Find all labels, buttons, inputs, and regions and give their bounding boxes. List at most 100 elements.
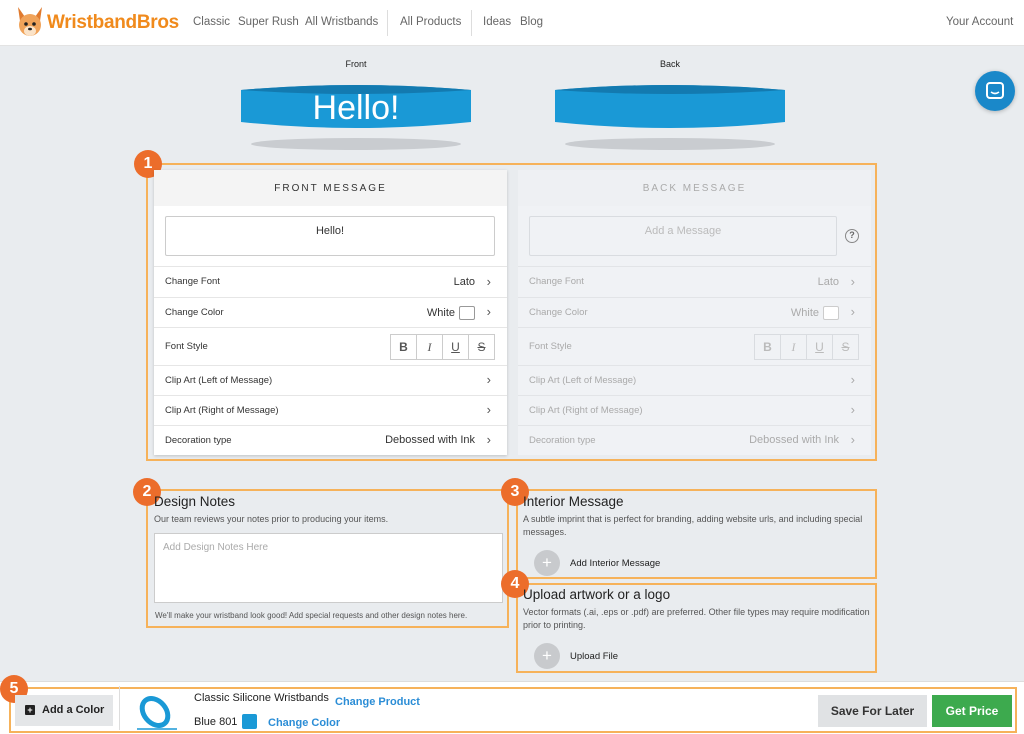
font-value: Lato (453, 276, 475, 288)
change-color-row[interactable]: Change Color White › (154, 297, 507, 327)
color-value: White (790, 307, 819, 319)
decoration-type-row[interactable]: Decoration type Debossed with Ink › (154, 425, 507, 455)
front-message-panel: FRONT MESSAGE Hello! Change Font Lato › … (154, 170, 507, 455)
chevron-right-icon: › (850, 402, 855, 417)
back-clip-art-right-row[interactable]: Clip Art (Right of Message) › (518, 395, 871, 425)
color-swatch (459, 306, 475, 320)
front-message-input[interactable]: Hello! (165, 216, 495, 256)
italic-button[interactable]: I (417, 335, 443, 359)
nav-link-super-rush[interactable]: Super Rush (238, 16, 299, 28)
top-nav: WristbandBros Classic Super Rush All Wri… (0, 0, 1024, 46)
bold-button[interactable]: B (391, 335, 417, 359)
plus-square-icon: + (25, 705, 35, 715)
font-style-buttons: B I U S (754, 334, 859, 360)
underline-button[interactable]: U (443, 335, 469, 359)
back-message-input[interactable]: Add a Message (529, 216, 837, 256)
chat-button[interactable] (975, 71, 1015, 111)
font-style-row: Font Style B I U S (154, 327, 507, 365)
add-interior-plus-icon[interactable]: + (534, 550, 560, 576)
nav-link-blog[interactable]: Blog (520, 16, 543, 28)
add-color-label: Add a Color (42, 704, 105, 716)
fox-logo-icon[interactable] (14, 5, 46, 41)
clip-art-right-row[interactable]: Clip Art (Right of Message) › (154, 395, 507, 425)
nav-link-classic[interactable]: Classic (193, 16, 230, 28)
design-notes-footer: We'll make your wristband look good! Add… (155, 611, 468, 620)
front-preview-label: Front (345, 59, 367, 69)
front-band-shadow (251, 138, 461, 150)
back-font-style-row: Font Style B I U S (518, 327, 871, 365)
selected-color-swatch (242, 714, 257, 729)
back-change-color-row[interactable]: Change Color White › (518, 297, 871, 327)
nav-divider (471, 10, 472, 36)
back-change-font-row[interactable]: Change Font Lato › (518, 266, 871, 297)
back-preview-label: Back (659, 59, 680, 69)
change-color-link[interactable]: Change Color (268, 717, 340, 729)
font-style-label: Font Style (165, 341, 208, 352)
front-band-text: Hello! (312, 89, 400, 127)
back-band-shadow (565, 138, 775, 150)
design-notes-title: Design Notes (154, 494, 236, 509)
clip-art-right-label: Clip Art (Right of Message) (165, 405, 279, 416)
font-style-buttons: B I U S (390, 334, 495, 360)
chevron-right-icon: › (850, 372, 855, 387)
decoration-type-label: Decoration type (165, 435, 232, 446)
font-style-label: Font Style (529, 341, 572, 352)
back-message-panel: BACK MESSAGE Add a Message ? Change Font… (518, 170, 871, 455)
clip-art-left-row[interactable]: Clip Art (Left of Message) › (154, 365, 507, 395)
design-notes-description: Our team reviews your notes prior to pro… (154, 514, 389, 524)
add-color-button[interactable]: + Add a Color (15, 695, 113, 726)
chevron-right-icon: › (486, 274, 491, 289)
change-font-label: Change Font (529, 276, 584, 287)
interior-message-description: A subtle imprint that is perfect for bra… (523, 514, 863, 537)
back-decoration-type-row[interactable]: Decoration type Debossed with Ink › (518, 425, 871, 455)
upload-plus-icon[interactable]: + (534, 643, 560, 669)
chevron-right-icon: › (850, 432, 855, 447)
bottom-divider (119, 686, 120, 730)
upload-file-label[interactable]: Upload File (570, 651, 618, 662)
change-color-label: Change Color (529, 307, 588, 318)
change-color-label: Change Color (165, 307, 224, 318)
get-price-button[interactable]: Get Price (932, 695, 1012, 727)
decoration-type-label: Decoration type (529, 435, 596, 446)
upload-title: Upload artwork or a logo (523, 587, 671, 602)
front-message-title: FRONT MESSAGE (154, 170, 507, 206)
decoration-type-value: Debossed with Ink (749, 434, 839, 446)
front-band-preview: Hello! (241, 82, 471, 130)
nav-divider (387, 10, 388, 36)
strikethrough-button[interactable]: S (469, 335, 494, 359)
italic-button[interactable]: I (781, 335, 807, 359)
change-font-label: Change Font (165, 276, 220, 287)
design-notes-textarea[interactable]: Add Design Notes Here (154, 533, 503, 603)
chevron-right-icon: › (486, 304, 491, 319)
color-value: White (426, 307, 455, 319)
product-name: Classic Silicone Wristbands (194, 692, 329, 704)
nav-link-ideas[interactable]: Ideas (483, 16, 511, 28)
change-font-row[interactable]: Change Font Lato › (154, 266, 507, 297)
back-clip-art-left-row[interactable]: Clip Art (Left of Message) › (518, 365, 871, 395)
bold-button[interactable]: B (755, 335, 781, 359)
selected-color-name: Blue 801 (194, 716, 238, 728)
color-swatch (823, 306, 839, 320)
save-for-later-button[interactable]: Save For Later (818, 695, 927, 727)
change-product-link[interactable]: Change Product (335, 696, 420, 708)
back-message-title: BACK MESSAGE (518, 170, 871, 206)
upload-description: Vector formats (.ai, .eps or .pdf) are p… (523, 607, 870, 630)
chat-icon (986, 82, 1004, 99)
clip-art-right-label: Clip Art (Right of Message) (529, 405, 643, 416)
chevron-right-icon: › (850, 274, 855, 289)
your-account-link[interactable]: Your Account (946, 16, 1013, 28)
nav-link-all-products[interactable]: All Products (400, 16, 461, 28)
brand-name[interactable]: WristbandBros (47, 12, 179, 34)
chevron-right-icon: › (486, 432, 491, 447)
chevron-right-icon: › (486, 372, 491, 387)
chevron-right-icon: › (850, 304, 855, 319)
chevron-right-icon: › (486, 402, 491, 417)
clip-art-left-label: Clip Art (Left of Message) (529, 375, 637, 386)
underline-button[interactable]: U (807, 335, 833, 359)
strikethrough-button[interactable]: S (833, 335, 858, 359)
add-interior-message-label[interactable]: Add Interior Message (570, 558, 660, 569)
wristband-thumbnail-icon (137, 696, 177, 730)
font-value: Lato (817, 276, 839, 288)
nav-link-all-wristbands[interactable]: All Wristbands (305, 16, 378, 28)
help-icon[interactable]: ? (845, 229, 859, 243)
